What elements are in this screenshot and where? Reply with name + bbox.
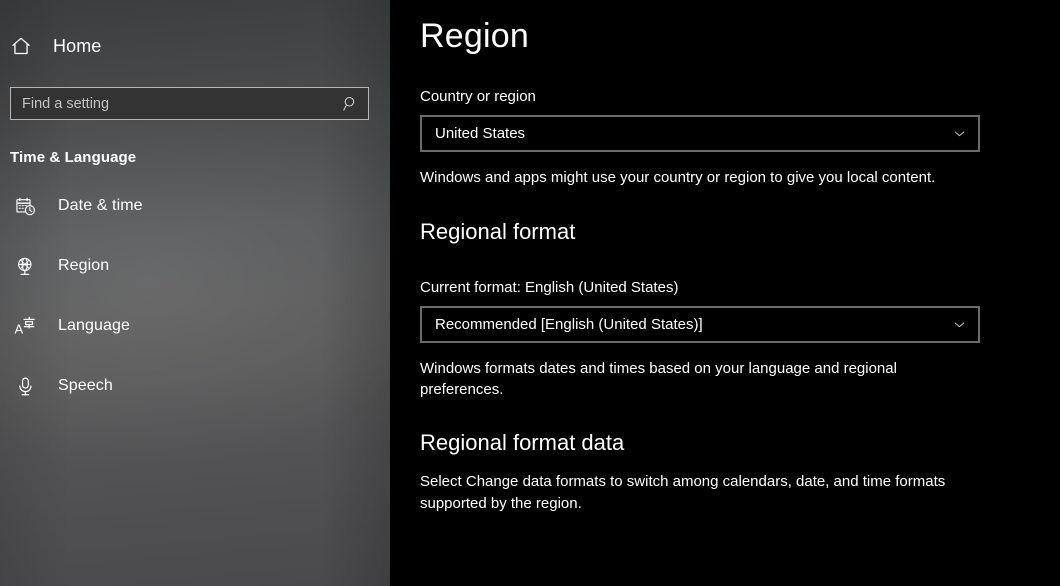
globe-icon [10,256,40,277]
navigation-sidebar: Home Time & Language [0,0,390,586]
regional-format-dropdown[interactable]: Recommended [English (United States)] [420,305,980,343]
chevron-down-icon [940,308,978,341]
country-or-region-help-text: Windows and apps might use your country … [420,169,936,187]
language-icon: A [10,315,40,338]
sidebar-section-title: Time & Language [10,149,137,166]
sidebar-item-label: Language [58,317,130,334]
page-title: Region [420,17,529,55]
calendar-clock-icon [10,196,40,217]
regional-format-data-help-text: Select Change data formats to switch amo… [420,473,946,513]
sidebar-item-language[interactable]: A Language [0,306,390,346]
search-box[interactable] [10,87,369,120]
search-input[interactable] [11,95,332,112]
country-or-region-label: Country or region [420,88,536,106]
sidebar-item-date-time[interactable]: Date & time [0,186,390,226]
settings-content-pane: Region Country or region United States W… [390,0,1060,586]
sidebar-item-label: Region [58,257,110,274]
microphone-icon [10,376,40,397]
sidebar-item-speech[interactable]: Speech [0,366,390,406]
sidebar-home-label: Home [53,35,102,56]
regional-format-heading: Regional format [420,219,576,245]
regional-format-help-text: Windows formats dates and times based on… [420,359,897,399]
sidebar-item-label: Date & time [58,197,143,214]
sidebar-item-region[interactable]: Region [0,246,390,286]
country-or-region-value: United States [435,125,526,143]
settings-window: Home Time & Language [0,0,1060,586]
current-format-label: Current format: English (United States) [420,278,679,296]
chevron-down-icon [940,117,978,150]
sidebar-item-home[interactable]: Home [0,24,390,68]
regional-format-data-heading: Regional format data [420,430,625,456]
svg-text:A: A [14,321,23,336]
regional-format-value: Recommended [English (United States)] [435,315,703,333]
sidebar-item-label: Speech [58,377,113,394]
search-button[interactable] [332,88,368,119]
home-icon [10,35,44,57]
country-or-region-dropdown[interactable]: United States [420,115,980,153]
sidebar-nav-list: Date & time Region A Language Speech [0,186,390,406]
